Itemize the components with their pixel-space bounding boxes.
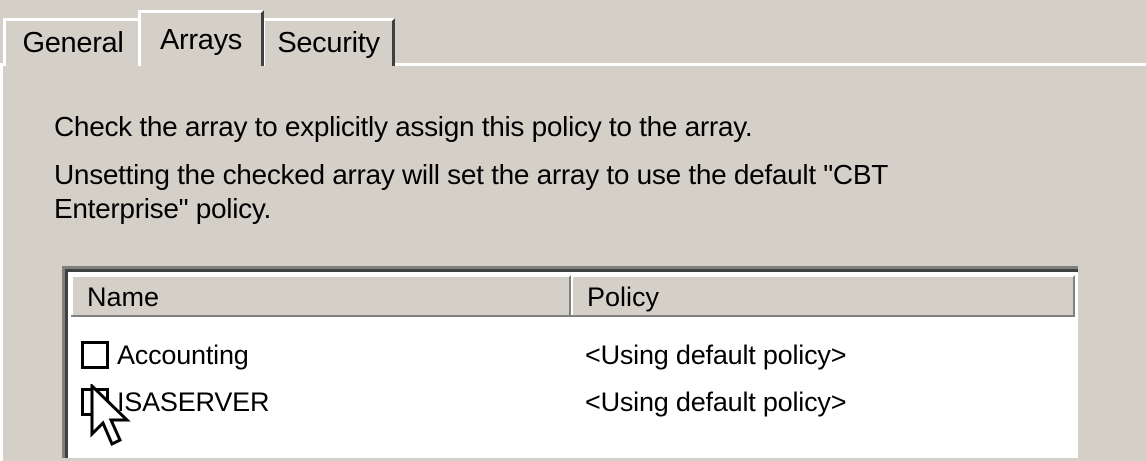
column-header-name[interactable]: Name	[71, 275, 571, 315]
description-text-1: Check the array to explicitly assign thi…	[54, 111, 753, 142]
mouse-pointer-icon	[88, 382, 136, 450]
list-header: Name Policy	[71, 275, 1075, 317]
array-name: Accounting	[117, 340, 249, 370]
tab-security[interactable]: Security	[262, 18, 395, 66]
array-checkbox-accounting[interactable]	[81, 341, 109, 369]
column-header-policy[interactable]: Policy	[571, 275, 1075, 315]
list-item[interactable]: ISASERVER <Using default policy>	[71, 379, 1075, 425]
array-policy: <Using default policy>	[585, 387, 847, 417]
list-item[interactable]: Accounting <Using default policy>	[71, 332, 1075, 378]
tab-arrays[interactable]: Arrays	[138, 10, 264, 74]
array-policy: <Using default policy>	[585, 340, 847, 370]
arrays-list[interactable]: Name Policy Accounting <Using default po…	[62, 266, 1078, 458]
array-name: ISASERVER	[117, 387, 270, 417]
description-text-2: Unsetting the checked array will set the…	[54, 159, 888, 224]
tab-general[interactable]: General	[3, 18, 143, 66]
